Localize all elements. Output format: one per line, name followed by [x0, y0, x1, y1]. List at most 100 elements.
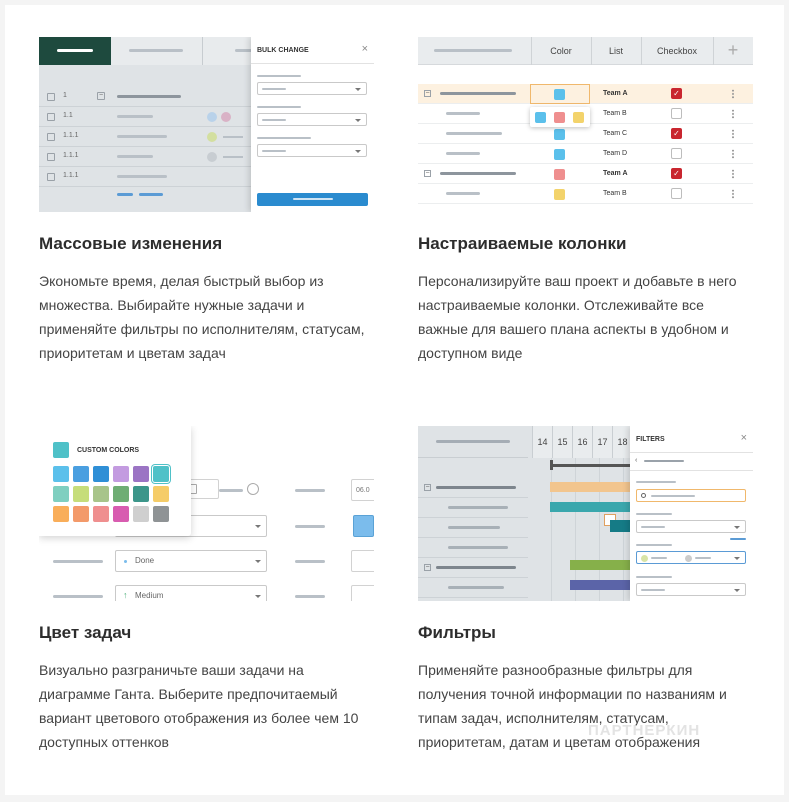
more-icon[interactable] — [732, 169, 734, 179]
checkbox[interactable] — [671, 148, 682, 159]
watermark: ПАРТНЕРКИН — [588, 722, 701, 739]
close-icon[interactable]: × — [362, 43, 368, 55]
grid-header: Color List Checkbox + — [418, 37, 753, 65]
gantt-day-label: 16 — [572, 426, 592, 458]
more-icon[interactable] — [732, 109, 734, 119]
color-swatch[interactable] — [554, 112, 565, 123]
dropdown-2[interactable] — [257, 113, 367, 126]
gantt-bar[interactable] — [570, 560, 630, 570]
dropdown-1[interactable] — [257, 82, 367, 95]
feature-title: Массовые изменения — [39, 234, 223, 253]
status-select[interactable]: Done — [115, 550, 267, 572]
collapse-icon[interactable]: − — [424, 564, 431, 571]
color-swatch[interactable] — [53, 486, 69, 502]
avatar — [207, 132, 217, 142]
more-icon[interactable] — [732, 89, 734, 99]
color-swatch[interactable] — [535, 112, 546, 123]
row-bar — [117, 155, 153, 158]
filter-dropdown[interactable] — [636, 583, 746, 596]
priority-select[interactable]: ↑ Medium — [115, 585, 267, 601]
field-box[interactable] — [351, 585, 374, 601]
filters-screenshot: − − 14 15 16 17 18 FILTERS × ‹ — [418, 426, 753, 601]
column-header-color[interactable]: Color — [531, 37, 591, 65]
color-swatch[interactable] — [554, 149, 565, 160]
color-swatch[interactable] — [573, 112, 584, 123]
grid-header — [418, 426, 528, 458]
close-icon[interactable]: × — [741, 432, 747, 444]
checkbox[interactable] — [671, 188, 682, 199]
row-checkbox[interactable] — [47, 133, 55, 141]
search-icon — [641, 493, 646, 498]
list-value: Team B — [603, 110, 627, 117]
search-input[interactable] — [636, 489, 746, 502]
color-swatch[interactable] — [73, 486, 89, 502]
color-swatch[interactable] — [554, 169, 565, 180]
chevron-left-icon[interactable]: ‹ — [635, 457, 637, 464]
feature-description: Персонализируйте ваш проект и добавьте в… — [418, 273, 737, 361]
color-swatch[interactable] — [73, 466, 89, 482]
add-column-icon[interactable]: + — [713, 37, 753, 65]
more-icon[interactable] — [732, 129, 734, 139]
column-header-checkbox[interactable]: Checkbox — [641, 37, 713, 65]
today-marker — [550, 464, 630, 467]
color-preview[interactable] — [353, 515, 374, 537]
filters-panel: FILTERS × ‹ — [630, 426, 753, 601]
color-swatch[interactable] — [53, 466, 69, 482]
feature-description: Применяйте разнообразные фильтры для пол… — [418, 662, 727, 750]
priority-value: Medium — [135, 591, 164, 600]
tab-active[interactable] — [39, 37, 111, 65]
dropdown-3[interactable] — [257, 144, 367, 157]
row-bar — [446, 132, 502, 135]
color-swatch[interactable] — [554, 129, 565, 140]
checkbox[interactable]: ✓ — [671, 88, 682, 99]
color-swatch[interactable] — [73, 506, 89, 522]
assignee-dropdown[interactable] — [636, 551, 746, 564]
row-checkbox[interactable] — [47, 173, 55, 181]
color-swatch[interactable] — [554, 189, 565, 200]
column-header-list[interactable]: List — [591, 37, 641, 65]
color-swatch[interactable] — [93, 466, 109, 482]
collapse-icon[interactable]: − — [424, 484, 431, 491]
collapse-icon[interactable]: − — [97, 92, 105, 100]
color-swatch[interactable] — [153, 466, 169, 482]
clock-icon — [247, 483, 259, 495]
gantt-day-label: 17 — [592, 426, 612, 458]
checkbox[interactable]: ✓ — [671, 168, 682, 179]
date-input[interactable]: 06.0 — [351, 479, 374, 501]
color-swatch[interactable] — [113, 506, 129, 522]
row-checkbox[interactable] — [47, 93, 55, 101]
gantt-day-label: 15 — [552, 426, 572, 458]
gantt-bar[interactable] — [550, 482, 630, 492]
checkbox[interactable] — [671, 108, 682, 119]
apply-button[interactable] — [257, 193, 368, 206]
gantt-bar[interactable] — [610, 520, 630, 532]
color-swatch[interactable] — [133, 506, 149, 522]
custom-colors-title: CUSTOM COLORS — [77, 447, 140, 454]
row-checkbox[interactable] — [47, 153, 55, 161]
color-swatch[interactable] — [93, 486, 109, 502]
color-swatch[interactable] — [133, 466, 149, 482]
gantt-bar[interactable] — [570, 580, 630, 590]
color-swatch[interactable] — [554, 89, 565, 100]
custom-colors-popup: CUSTOM COLORS — [39, 426, 191, 536]
more-icon[interactable] — [732, 149, 734, 159]
color-swatch[interactable] — [153, 506, 169, 522]
color-swatch[interactable] — [133, 486, 149, 502]
color-picker-popup — [530, 107, 590, 127]
collapse-icon[interactable]: − — [424, 170, 431, 177]
color-swatch[interactable] — [93, 506, 109, 522]
checkbox[interactable]: ✓ — [671, 128, 682, 139]
gantt-bar[interactable] — [550, 502, 630, 512]
color-swatch[interactable] — [113, 466, 129, 482]
tab-2[interactable] — [111, 37, 203, 65]
row-bar — [223, 156, 243, 158]
color-swatch[interactable] — [153, 486, 169, 502]
row-checkbox[interactable] — [47, 113, 55, 121]
collapse-icon[interactable]: − — [424, 90, 431, 97]
list-value: Team D — [603, 150, 628, 157]
color-swatch[interactable] — [53, 506, 69, 522]
color-swatch[interactable] — [113, 486, 129, 502]
filter-dropdown[interactable] — [636, 520, 746, 533]
field-box[interactable] — [351, 550, 374, 572]
more-icon[interactable] — [732, 189, 734, 199]
